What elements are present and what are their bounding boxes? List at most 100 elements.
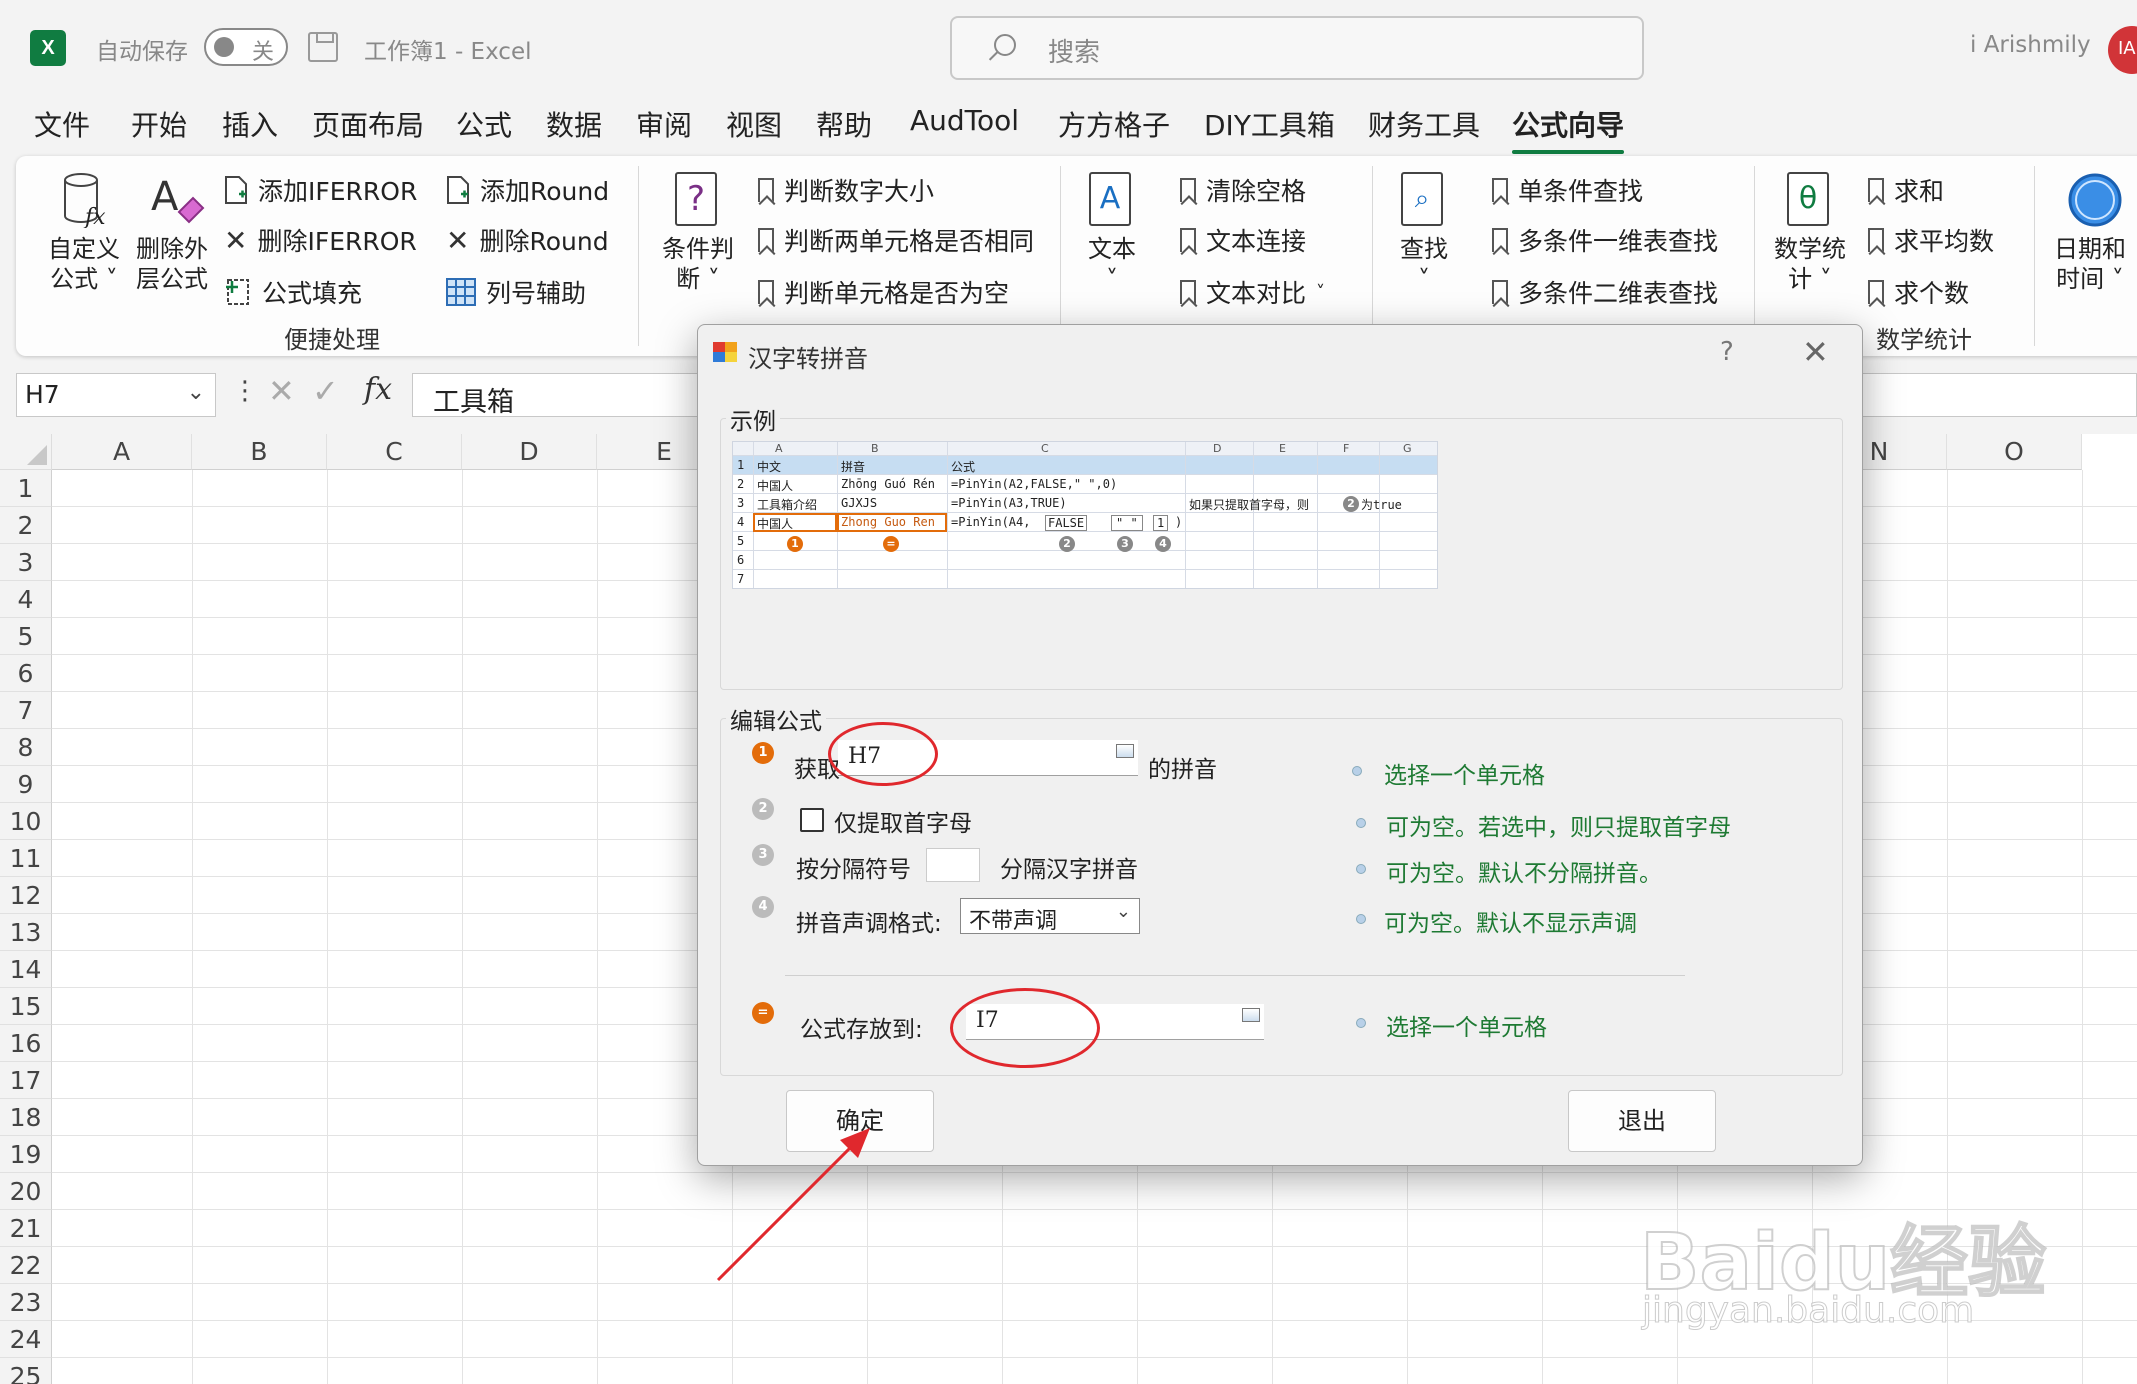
average-button[interactable]: 求平均数 bbox=[1868, 222, 1994, 258]
judge-size-button[interactable]: 判断数字大小 bbox=[758, 172, 934, 208]
row-header-2[interactable]: 2 bbox=[0, 507, 52, 544]
judge-same-button[interactable]: 判断两单元格是否相同 bbox=[758, 222, 1034, 258]
column-header-d[interactable]: D bbox=[462, 434, 597, 470]
example-note: 如果只提取首字母，则 bbox=[1189, 498, 1310, 512]
user-name[interactable]: i Arishmily bbox=[1970, 32, 2091, 58]
column-header-c[interactable]: C bbox=[327, 434, 462, 470]
row-header-11[interactable]: 11 bbox=[0, 840, 52, 877]
tab-view[interactable]: 视图 bbox=[726, 104, 782, 144]
tone-select[interactable]: 不带声调 ⌄ bbox=[960, 898, 1140, 934]
row-header-5[interactable]: 5 bbox=[0, 618, 52, 655]
row-header-7[interactable]: 7 bbox=[0, 692, 52, 729]
condition-button[interactable]: ? 条件判 断 ˅ bbox=[656, 172, 740, 294]
save-icon[interactable] bbox=[308, 32, 338, 62]
row-header-6[interactable]: 6 bbox=[0, 655, 52, 692]
row-header-24[interactable]: 24 bbox=[0, 1321, 52, 1358]
remove-iferror-button[interactable]: ✕ 删除IFERROR bbox=[224, 222, 417, 258]
row-header-3[interactable]: 3 bbox=[0, 544, 52, 581]
row-header-14[interactable]: 14 bbox=[0, 951, 52, 988]
text-join-label: 文本连接 bbox=[1206, 227, 1307, 256]
row-header-22[interactable]: 22 bbox=[0, 1247, 52, 1284]
search-placeholder: 搜索 bbox=[1048, 38, 1101, 68]
first-letter-checkbox[interactable] bbox=[800, 808, 824, 832]
tab-insert[interactable]: 插入 bbox=[222, 104, 278, 144]
example-col-head: C bbox=[1041, 442, 1049, 455]
sum-button[interactable]: 求和 bbox=[1868, 172, 1944, 208]
row-header-23[interactable]: 23 bbox=[0, 1284, 52, 1321]
tab-review[interactable]: 审阅 bbox=[636, 104, 692, 144]
exit-button[interactable]: 退出 bbox=[1568, 1090, 1716, 1152]
range-picker-icon[interactable] bbox=[1242, 1008, 1260, 1022]
name-box[interactable]: H7 ⌄ bbox=[16, 373, 216, 417]
document-title: 工作簿1 - Excel bbox=[364, 39, 532, 65]
row-header-8[interactable]: 8 bbox=[0, 729, 52, 766]
row-header-12[interactable]: 12 bbox=[0, 877, 52, 914]
text-button[interactable]: A 文本 ˅ bbox=[1080, 172, 1144, 294]
tab-audtool[interactable]: AudTool bbox=[910, 104, 1019, 137]
separator-input[interactable] bbox=[926, 848, 980, 882]
cancel-icon[interactable]: ✕ bbox=[268, 372, 295, 410]
range-picker-icon[interactable] bbox=[1116, 744, 1134, 758]
avatar[interactable]: IA bbox=[2108, 26, 2137, 74]
row-header-16[interactable]: 16 bbox=[0, 1025, 52, 1062]
check-icon[interactable]: ✓ bbox=[312, 372, 339, 410]
text-compare-button[interactable]: 文本对比 ˅ bbox=[1180, 274, 1325, 310]
tab-help[interactable]: 帮助 bbox=[816, 104, 872, 144]
insert-function-icon[interactable]: fx bbox=[364, 372, 392, 407]
multi-1d-lookup-button[interactable]: 多条件一维表查找 bbox=[1492, 222, 1718, 258]
watermark-url: jingyan.baidu.com bbox=[1641, 1290, 1975, 1332]
column-header-o[interactable]: O bbox=[1947, 434, 2082, 470]
row-header-15[interactable]: 15 bbox=[0, 988, 52, 1025]
custom-formula-button[interactable]: fx 自定义 公式 ˅ bbox=[44, 172, 124, 294]
row-header-1[interactable]: 1 bbox=[0, 470, 52, 507]
row-header-25[interactable]: 25 bbox=[0, 1358, 52, 1384]
multi-2d-lookup-button[interactable]: 多条件二维表查找 bbox=[1492, 274, 1718, 310]
single-lookup-button[interactable]: 单条件查找 bbox=[1492, 172, 1643, 208]
count-button[interactable]: 求个数 bbox=[1868, 274, 1969, 310]
chevron-down-icon[interactable]: ⌄ bbox=[187, 380, 205, 405]
close-icon[interactable]: ✕ bbox=[1802, 333, 1829, 371]
lookup-button[interactable]: ⌕ 查找 ˅ bbox=[1392, 172, 1456, 294]
tab-page-layout[interactable]: 页面布局 bbox=[312, 104, 424, 144]
clear-space-button[interactable]: 清除空格 bbox=[1180, 172, 1306, 208]
row-header-20[interactable]: 20 bbox=[0, 1173, 52, 1210]
tab-formula-wizard[interactable]: 公式向导 bbox=[1512, 104, 1625, 154]
column-header-a[interactable]: A bbox=[52, 434, 192, 470]
row-header-17[interactable]: 17 bbox=[0, 1062, 52, 1099]
tab-home[interactable]: 开始 bbox=[131, 104, 187, 144]
tab-formulas[interactable]: 公式 bbox=[456, 104, 512, 144]
stats-button[interactable]: θ 数学统 计 ˅ bbox=[1768, 172, 1852, 294]
row-header-19[interactable]: 19 bbox=[0, 1136, 52, 1173]
tab-finance-tools[interactable]: 财务工具 bbox=[1368, 104, 1480, 144]
select-all-corner[interactable] bbox=[0, 434, 52, 470]
datetime-button[interactable]: 日期和 时间 ˅ bbox=[2048, 172, 2132, 294]
formula-fill-button[interactable]: 公式填充 bbox=[224, 274, 362, 310]
magnifier-doc-icon: ⌕ bbox=[1401, 172, 1447, 228]
bookmark-icon bbox=[758, 178, 774, 202]
row-header-13[interactable]: 13 bbox=[0, 914, 52, 951]
remove-round-button[interactable]: ✕ 删除Round bbox=[446, 222, 609, 258]
example-cell: =PinYin(A3,TRUE) bbox=[951, 496, 1067, 510]
row-header-4[interactable]: 4 bbox=[0, 581, 52, 618]
more-options-icon[interactable]: ⋮ bbox=[232, 376, 258, 406]
judge-empty-button[interactable]: 判断单元格是否为空 bbox=[758, 274, 1009, 310]
search-box[interactable]: 搜索 bbox=[950, 16, 1644, 80]
tab-diy-toolbox[interactable]: DIY工具箱 bbox=[1204, 104, 1335, 144]
first-letter-label[interactable]: 仅提取首字母 bbox=[834, 804, 972, 838]
form-divider bbox=[785, 975, 1685, 976]
help-icon[interactable]: ? bbox=[1720, 337, 1734, 367]
add-round-button[interactable]: 添加Round bbox=[446, 172, 609, 208]
row-header-9[interactable]: 9 bbox=[0, 766, 52, 803]
tab-fangfangezi[interactable]: 方方格子 bbox=[1058, 104, 1170, 144]
column-header-b[interactable]: B bbox=[192, 434, 327, 470]
row-header-10[interactable]: 10 bbox=[0, 803, 52, 840]
autosave-toggle[interactable]: 关 bbox=[204, 28, 288, 66]
tab-file[interactable]: 文件 bbox=[34, 104, 90, 144]
remove-outer-formula-button[interactable]: A 删除外 层公式 bbox=[130, 172, 214, 294]
tab-data[interactable]: 数据 bbox=[546, 104, 602, 144]
row-header-18[interactable]: 18 bbox=[0, 1099, 52, 1136]
add-iferror-button[interactable]: 添加IFERROR bbox=[224, 172, 417, 208]
column-helper-button[interactable]: 列号辅助 bbox=[446, 274, 586, 310]
row-header-21[interactable]: 21 bbox=[0, 1210, 52, 1247]
text-join-button[interactable]: 文本连接 bbox=[1180, 222, 1306, 258]
